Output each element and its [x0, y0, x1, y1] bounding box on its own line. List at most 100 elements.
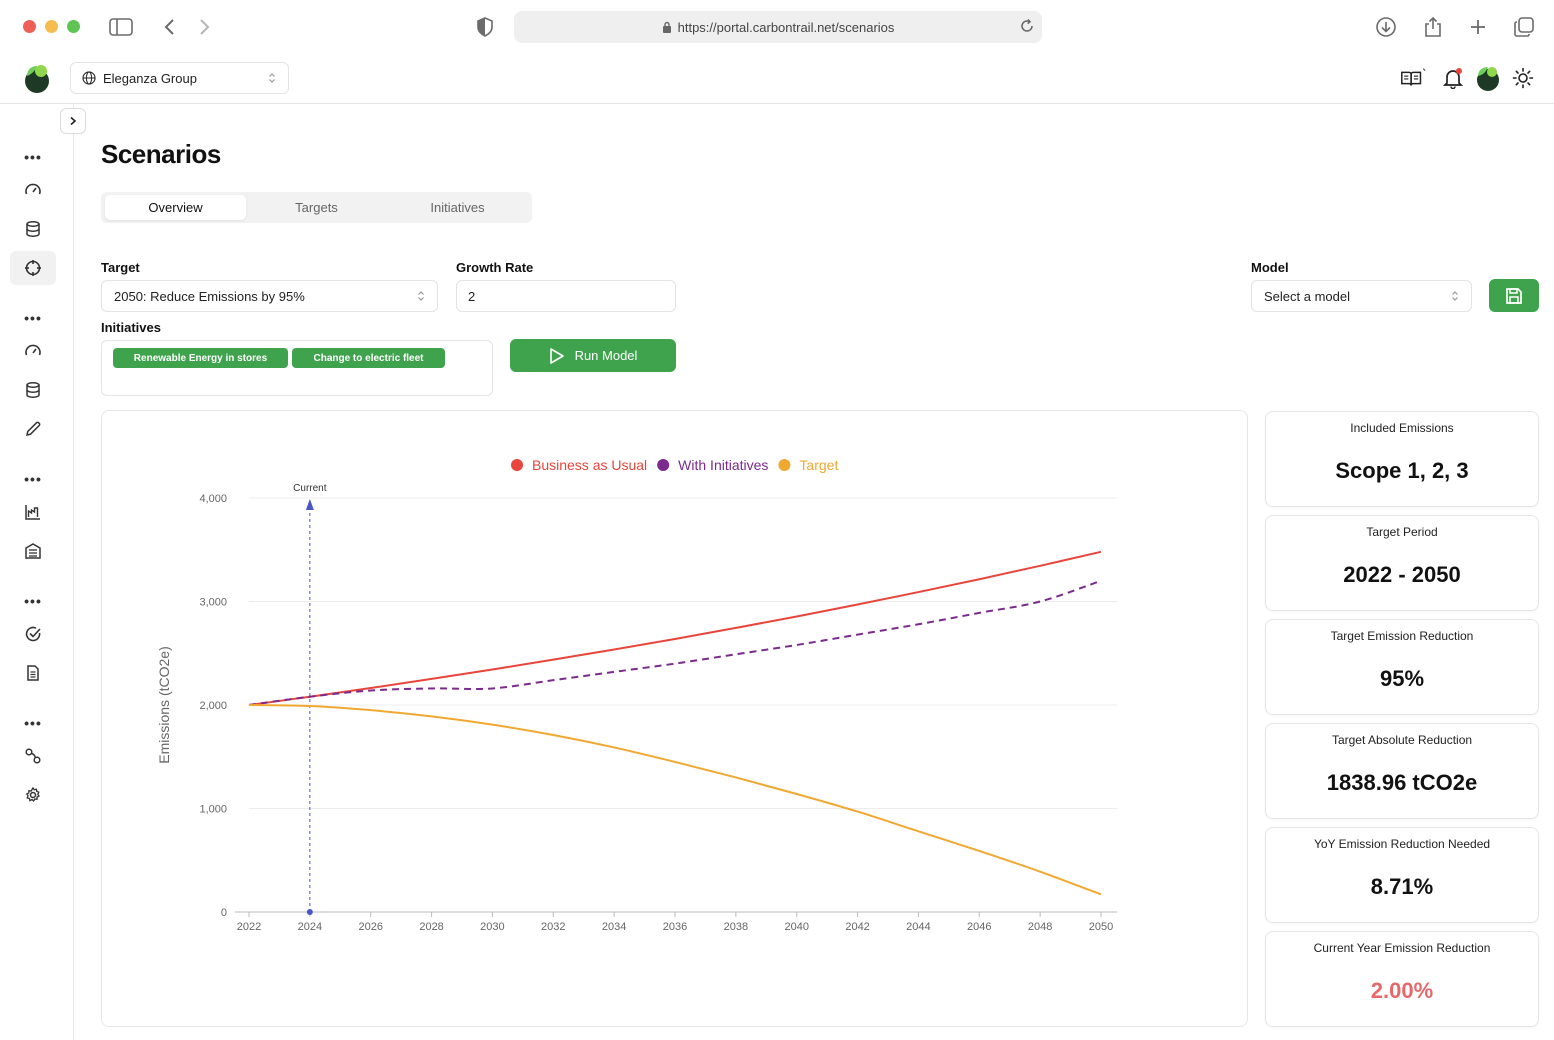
series-line-business-as-usual — [248, 550, 1102, 706]
tab-targets[interactable]: Targets — [246, 195, 387, 220]
user-avatar[interactable] — [1474, 64, 1502, 92]
stat-label: Target Absolute Reduction — [1331, 733, 1473, 747]
window-minimize-button[interactable] — [45, 20, 58, 33]
legend-marker — [511, 459, 523, 471]
document-icon — [27, 665, 39, 681]
legend-label: With Initiatives — [678, 457, 768, 473]
sidebar-group-more-icon[interactable]: ••• — [22, 716, 44, 730]
tab-overview-icon[interactable] — [1511, 14, 1537, 40]
database-icon — [26, 382, 40, 398]
sidebar-group-more-icon[interactable]: ••• — [22, 311, 44, 325]
y-tick-label: 4,000 — [199, 493, 227, 505]
stat-card-current-year-reduction: Current Year Emission Reduction 2.00% — [1265, 931, 1539, 1027]
stat-card-target-absolute-reduction: Target Absolute Reduction 1838.96 tCO2e — [1265, 723, 1539, 819]
stat-value: 2022 - 2050 — [1343, 562, 1461, 587]
tab-initiatives[interactable]: Initiatives — [387, 195, 528, 220]
sidebar-item-dashboard-2[interactable] — [10, 334, 56, 368]
notifications-bell-icon[interactable] — [1439, 64, 1467, 92]
sidebar-item-goals[interactable] — [10, 617, 56, 651]
stat-value: 8.71% — [1370, 874, 1434, 899]
x-tick-label: 2032 — [541, 921, 565, 933]
initiatives-multiselect[interactable]: Renewable Energy in stores Change to ele… — [101, 340, 493, 396]
sidebar-item-data[interactable] — [10, 212, 56, 246]
current-marker-dot — [306, 909, 313, 915]
sidebar-item-integrations[interactable] — [10, 739, 56, 773]
emissions-chart-card: 0 1,000 2,000 3,000 4,000 2022 2024 2026 2028 203… — [101, 410, 1248, 1027]
x-tick-label: 2048 — [1028, 921, 1052, 933]
play-icon — [549, 347, 564, 364]
stat-label: YoY Emission Reduction Needed — [1313, 837, 1491, 851]
window-zoom-button[interactable] — [67, 20, 80, 33]
tab-overview[interactable]: Overview — [105, 195, 246, 220]
model-select[interactable]: Select a model — [1251, 280, 1472, 312]
sidebar-group-more-icon[interactable]: ••• — [22, 472, 44, 486]
stat-label: Target Emission Reduction — [1330, 629, 1474, 643]
privacy-shield-icon[interactable] — [472, 14, 498, 40]
back-icon[interactable] — [156, 14, 182, 40]
x-tick-label: 2044 — [906, 921, 930, 933]
x-tick-label: 2042 — [845, 921, 869, 933]
x-tick-label: 2030 — [480, 921, 504, 933]
series-line-target — [248, 704, 1102, 896]
initiative-chip[interactable]: Change to electric fleet — [292, 348, 445, 368]
url-text: https://portal.carbontrail.net/scenarios — [677, 19, 895, 35]
sidebar-toggle-icon[interactable] — [108, 14, 134, 40]
integration-icon — [25, 748, 41, 764]
sidebar-item-reports[interactable] — [10, 656, 56, 690]
save-icon — [1506, 287, 1522, 304]
gauge-icon — [25, 344, 41, 356]
downloads-icon[interactable] — [1373, 14, 1399, 40]
current-marker-arrow — [305, 499, 314, 510]
address-bar[interactable]: https://portal.carbontrail.net/scenarios — [514, 11, 1042, 43]
chevron-updown-icon — [1451, 290, 1459, 302]
sidebar-group-more-icon[interactable]: ••• — [22, 594, 44, 608]
y-tick-label: 0 — [221, 907, 227, 919]
target-select-value: 2050: Reduce Emissions by 95% — [114, 288, 305, 304]
model-select-placeholder: Select a model — [1264, 288, 1350, 304]
check-circle-icon — [25, 626, 41, 642]
app-header: Eleganza Group — [0, 54, 1554, 104]
stat-value: Scope 1, 2, 3 — [1335, 458, 1469, 483]
docs-book-icon[interactable] — [1399, 64, 1427, 92]
initiative-chip[interactable]: Renewable Energy in stores — [113, 348, 288, 368]
growth-rate-input[interactable]: 2 — [456, 280, 676, 312]
stat-card-target-period: Target Period 2022 - 2050 — [1265, 515, 1539, 611]
sidebar-item-settings[interactable] — [10, 778, 56, 812]
run-model-button[interactable]: Run Model — [510, 339, 676, 372]
share-icon[interactable] — [1420, 14, 1446, 40]
sidebar-group-more-icon[interactable]: ••• — [22, 150, 44, 164]
legend-label: Target — [799, 457, 838, 473]
x-tick-label: 2022 — [237, 921, 261, 933]
target-select[interactable]: 2050: Reduce Emissions by 95% — [101, 280, 438, 312]
gauge-icon — [25, 183, 41, 195]
sidebar-item-scenarios[interactable] — [10, 251, 56, 285]
carbontrail-logo[interactable] — [22, 62, 52, 94]
stat-label: Current Year Emission Reduction — [1313, 941, 1491, 955]
new-tab-icon[interactable] — [1465, 14, 1491, 40]
legend-marker — [657, 459, 670, 471]
stat-card-target-emission-reduction: Target Emission Reduction 95% — [1265, 619, 1539, 715]
database-icon — [26, 221, 40, 237]
growth-rate-label: Growth Rate — [456, 260, 534, 275]
current-marker-label: Current — [293, 483, 327, 494]
x-tick-label: 2034 — [602, 921, 626, 933]
sidebar-expand-button[interactable] — [60, 108, 86, 134]
stat-card-yoy-reduction-needed: YoY Emission Reduction Needed 8.71% — [1265, 827, 1539, 923]
save-model-button[interactable] — [1489, 279, 1539, 312]
reload-icon[interactable] — [1019, 18, 1035, 34]
forward-icon[interactable] — [192, 14, 218, 40]
window-close-button[interactable] — [23, 20, 36, 33]
x-tick-label: 2040 — [784, 921, 808, 933]
emissions-line-chart: 0 1,000 2,000 3,000 4,000 2022 2024 2026 2028 203… — [156, 457, 1117, 933]
organization-select[interactable]: Eleganza Group — [70, 62, 289, 94]
x-tick-label: 2036 — [663, 921, 687, 933]
sidebar-item-edit[interactable] — [10, 412, 56, 446]
chevron-updown-icon — [268, 72, 276, 84]
sidebar-item-buildings[interactable] — [10, 534, 56, 568]
stat-label: Target Period — [1366, 525, 1438, 539]
sidebar-item-emissions-report[interactable] — [10, 495, 56, 529]
theme-sun-icon[interactable] — [1509, 64, 1537, 92]
sidebar-item-dashboard[interactable] — [10, 173, 56, 207]
sidebar-item-data-2[interactable] — [10, 373, 56, 407]
x-tick-label: 2046 — [967, 921, 991, 933]
